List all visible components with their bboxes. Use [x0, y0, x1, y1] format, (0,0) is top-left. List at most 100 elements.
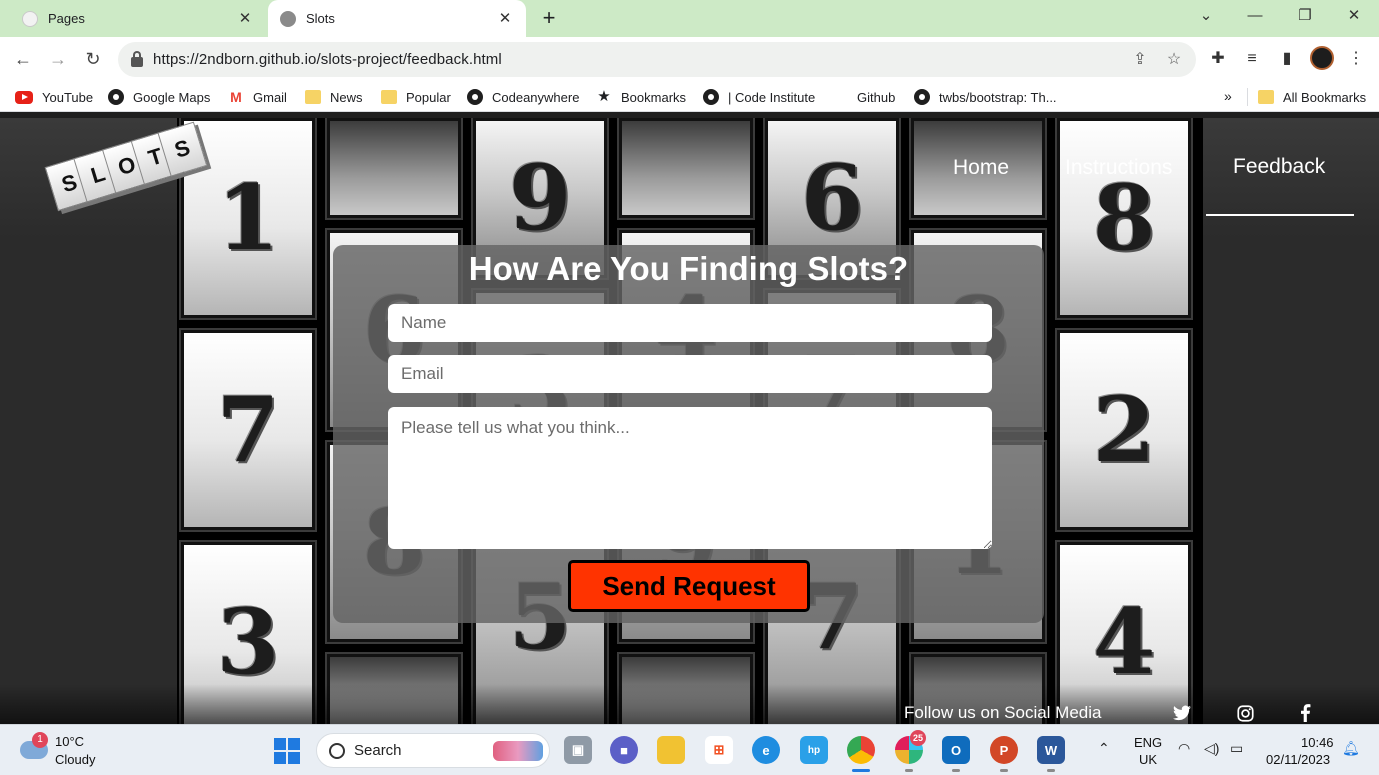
myhp-icon[interactable]: hp: [800, 736, 828, 764]
reel-cell: 7: [179, 328, 317, 532]
bookmark-star-icon[interactable]: ☆: [1164, 50, 1184, 70]
bookmarks-bar: YouTube Google Maps M Gmail News Popular…: [0, 82, 1379, 112]
share-icon[interactable]: ⇪: [1130, 50, 1150, 70]
menu-kebab-icon[interactable]: ⋮: [1344, 47, 1368, 71]
message-field[interactable]: [388, 407, 992, 549]
wifi-icon[interactable]: ◠: [1178, 740, 1190, 757]
browser-toolbar: ← → ↻ https://2ndborn.github.io/slots-pr…: [0, 37, 1379, 82]
more-bookmarks-chevron-icon[interactable]: »: [1224, 88, 1232, 104]
address-bar[interactable]: https://2ndborn.github.io/slots-project/…: [118, 42, 1196, 77]
side-panel-icon[interactable]: ▮: [1275, 47, 1299, 71]
bookmark-github[interactable]: Github: [857, 88, 895, 106]
close-icon[interactable]: ✕: [496, 10, 514, 28]
bookmark-popular[interactable]: Popular: [381, 88, 451, 106]
nav-feedback[interactable]: Feedback: [1233, 155, 1325, 179]
nav-active-underline: [1206, 214, 1354, 216]
send-request-button[interactable]: Send Request: [568, 560, 810, 612]
lock-icon[interactable]: [131, 50, 143, 67]
weather-temperature[interactable]: 10°C: [55, 734, 84, 749]
outlook-icon[interactable]: O: [942, 736, 970, 764]
window-close-button[interactable]: ✕: [1331, 0, 1377, 32]
forward-button[interactable]: →: [44, 45, 72, 73]
slack-badge: 25: [910, 730, 926, 746]
microsoft-store-icon[interactable]: ⊞: [705, 736, 733, 764]
bookmark-label: Popular: [406, 89, 451, 105]
tab-pages[interactable]: Pages ✕: [10, 0, 266, 37]
youtube-icon: [15, 90, 33, 104]
bookmark-all-bookmarks[interactable]: All Bookmarks: [1258, 88, 1366, 106]
github-icon: [22, 10, 38, 27]
file-explorer-icon[interactable]: [657, 736, 685, 764]
bookmark-label: twbs/bootstrap: Th...: [939, 89, 1057, 105]
footer-social-text: Follow us on Social Media: [904, 703, 1102, 722]
clock-date[interactable]: 02/11/2023: [1266, 752, 1330, 767]
tab-title: Slots: [306, 11, 335, 26]
reel-cell: 8: [1055, 118, 1193, 320]
bookmark-gmail[interactable]: M Gmail: [228, 88, 287, 106]
bookmark-label: All Bookmarks: [1283, 89, 1367, 105]
reel-cell: [325, 118, 463, 220]
bookmark-bootstrap[interactable]: twbs/bootstrap: Th...: [914, 88, 1057, 106]
profile-avatar[interactable]: [1310, 46, 1334, 70]
name-field[interactable]: [388, 304, 992, 342]
tab-slots[interactable]: Slots ✕: [268, 0, 526, 37]
volume-icon[interactable]: ◁): [1204, 740, 1219, 757]
task-view-icon[interactable]: ▣: [564, 736, 592, 764]
bookmark-codeanywhere[interactable]: Codeanywhere: [467, 88, 579, 106]
instagram-icon[interactable]: [1234, 702, 1256, 724]
bookmark-label: Codeanywhere: [492, 89, 580, 105]
new-tab-button[interactable]: +: [536, 4, 562, 32]
word-icon[interactable]: W: [1037, 736, 1065, 764]
reel-cell: [617, 118, 755, 220]
windows-start-icon[interactable]: [274, 738, 300, 764]
powerpoint-icon[interactable]: P: [990, 736, 1018, 764]
globe-icon: [280, 10, 296, 27]
close-icon[interactable]: ✕: [236, 10, 254, 28]
minimize-button[interactable]: —: [1232, 0, 1278, 32]
notification-bell-icon[interactable]: 🔔︎: [1342, 740, 1360, 757]
folder-icon: [305, 90, 321, 104]
nav-instructions[interactable]: Instructions: [1065, 156, 1172, 180]
restore-button[interactable]: ❐: [1282, 0, 1328, 32]
tab-search-chevron-icon[interactable]: ⌄: [1183, 0, 1229, 32]
facebook-icon[interactable]: [1294, 702, 1316, 724]
bookmark-youtube[interactable]: YouTube: [15, 88, 93, 106]
language-region[interactable]: UK: [1139, 752, 1157, 767]
bookmark-label: Google Maps: [133, 89, 211, 105]
folder-icon: [1258, 90, 1274, 104]
back-button[interactable]: ←: [9, 45, 37, 73]
globe-icon: [108, 89, 124, 105]
battery-icon[interactable]: ▭: [1230, 740, 1243, 757]
chrome-icon[interactable]: [847, 736, 875, 764]
bookmark-label: News: [330, 89, 363, 105]
url-text[interactable]: https://2ndborn.github.io/slots-project/…: [153, 51, 502, 68]
bookmark-divider: [1247, 88, 1248, 106]
globe-icon: [914, 89, 930, 105]
app-indicator: [1000, 769, 1008, 772]
nav-home[interactable]: Home: [953, 156, 1009, 180]
email-field[interactable]: [388, 355, 992, 393]
browser-tab-strip: Pages ✕ Slots ✕ + ⌄ — ❐ ✕: [0, 0, 1379, 37]
clock-time[interactable]: 10:46: [1301, 735, 1334, 750]
extensions-icon[interactable]: ✚: [1206, 47, 1230, 71]
language-indicator[interactable]: ENG: [1134, 735, 1162, 750]
reading-list-icon[interactable]: ≡: [1240, 47, 1264, 71]
weather-condition[interactable]: Cloudy: [55, 752, 95, 767]
teams-chat-icon[interactable]: ■: [610, 736, 638, 764]
twitter-icon[interactable]: [1171, 702, 1193, 724]
form-title: How Are You Finding Slots?: [468, 250, 909, 287]
reel-cell: 2: [1055, 328, 1193, 532]
bookmark-google-maps[interactable]: Google Maps: [108, 88, 210, 106]
taskbar-search-box[interactable]: Search: [316, 733, 550, 768]
bookmark-code-institute[interactable]: | Code Institute: [703, 88, 815, 106]
tray-chevron-up-icon[interactable]: ⌃: [1098, 740, 1110, 757]
bookmark-news[interactable]: News: [305, 88, 363, 106]
reload-button[interactable]: ↻: [79, 45, 107, 73]
bookmark-bookmarks[interactable]: ★ Bookmarks: [596, 88, 686, 106]
star-icon: ★: [597, 88, 611, 105]
app-indicator: [905, 769, 913, 772]
bookmark-label: YouTube: [42, 89, 94, 105]
edge-icon[interactable]: e: [752, 736, 780, 764]
app-indicator: [1047, 769, 1055, 772]
globe-icon: [467, 89, 483, 105]
